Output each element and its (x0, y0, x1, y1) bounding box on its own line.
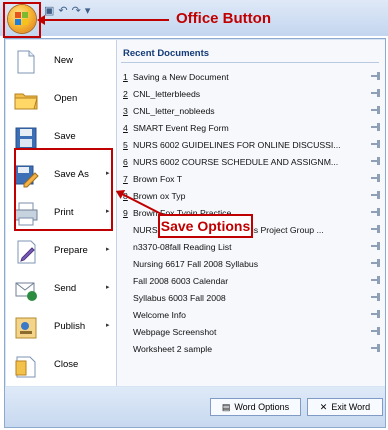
doc-number: 5 (123, 140, 128, 150)
new-document-icon (17, 50, 35, 74)
command-label: Close (54, 359, 79, 370)
submenu-arrow-icon: ▸ (106, 322, 110, 329)
recent-document-item[interactable]: 7 Brown Fox T (123, 171, 381, 187)
recent-document-item[interactable]: Nursing 6617 Fall 2008 Syllabus (123, 256, 381, 272)
toolbar-dropdown-icon[interactable]: ▾ (85, 4, 91, 18)
command-close[interactable]: Close (6, 348, 116, 384)
pin-icon[interactable] (371, 276, 381, 284)
pin-icon[interactable] (371, 327, 381, 335)
doc-name: Nursing 6617 Fall 2008 Syllabus (133, 259, 259, 269)
recent-document-item[interactable]: Syllabus 6003 Fall 2008 (123, 290, 381, 306)
doc-name: CNL_letter_nobleeds (133, 106, 215, 116)
doc-number: 2 (123, 89, 128, 99)
redo-icon[interactable]: ↷ (72, 4, 81, 18)
pin-icon[interactable] (371, 72, 381, 80)
command-publish[interactable]: Publish ▸ (6, 310, 116, 346)
pin-icon[interactable] (371, 208, 381, 216)
exit-icon: ✕ (319, 401, 328, 412)
word-options-icon: ▤ (221, 401, 231, 412)
undo-icon[interactable]: ↶ (58, 4, 67, 18)
doc-name: Syllabus 6003 Fall 2008 (133, 293, 226, 303)
pin-icon[interactable] (371, 259, 381, 267)
pin-icon[interactable] (371, 140, 381, 148)
pin-icon[interactable] (371, 123, 381, 131)
save-options-callout: Save Options (158, 214, 253, 238)
recent-document-item[interactable]: n3370-08fall Reading List (123, 239, 381, 255)
doc-name: Saving a New Document (133, 72, 229, 82)
submenu-arrow-icon: ▸ (106, 246, 110, 253)
recent-document-item[interactable]: 2 CNL_letterbleeds (123, 86, 381, 102)
recent-title-divider (121, 62, 379, 63)
command-label: Publish (54, 321, 86, 332)
recent-document-item[interactable]: Webpage Screenshot (123, 324, 381, 340)
doc-name: n3370-08fall Reading List (133, 242, 232, 252)
doc-name: Brown ox Typ (133, 191, 186, 201)
close-document-icon (15, 356, 36, 378)
pin-icon[interactable] (371, 242, 381, 250)
command-label: Save (54, 131, 76, 142)
exit-word-label: Exit Word (331, 402, 371, 412)
word-options-button[interactable]: ▤ Word Options (210, 398, 301, 416)
pin-icon[interactable] (371, 293, 381, 301)
doc-number: 7 (123, 174, 128, 184)
recent-document-item[interactable]: 6 NURS 6002 COURSE SCHEDULE AND ASSIGNM..… (123, 154, 381, 170)
menu-footer: ▤ Word Options ✕ Exit Word (5, 387, 385, 427)
recent-document-item[interactable]: Worksheet 2 sample (123, 341, 381, 357)
command-new[interactable]: New (6, 44, 116, 80)
doc-name: Worksheet 2 sample (133, 344, 213, 354)
doc-number: 9 (123, 208, 128, 218)
publish-icon (15, 317, 37, 339)
office-button-highlight (3, 2, 41, 38)
exit-word-button[interactable]: ✕ Exit Word (307, 398, 383, 416)
recent-document-item[interactable]: Welcome Info (123, 307, 381, 323)
save-quick-icon[interactable]: ▣ (44, 4, 54, 18)
doc-name: Welcome Info (133, 310, 186, 320)
command-open[interactable]: Open (6, 82, 116, 118)
command-prepare[interactable]: Prepare ▸ (6, 234, 116, 270)
command-label: New (54, 55, 74, 66)
open-folder-icon (14, 93, 38, 110)
recent-document-item[interactable]: 8Brown ox Typ (123, 188, 381, 204)
prepare-icon (17, 240, 36, 264)
quick-access-toolbar: ▣ ↶ ↷ ▾ (44, 4, 90, 18)
doc-name: Fall 2008 6003 Calendar (133, 276, 229, 286)
recent-document-item[interactable]: 5 NURS 6002 GUIDELINES FOR ONLINE DISCUSS… (123, 137, 381, 153)
doc-name: NURS 6002 COURSE SCHEDULE AND ASSIGNM... (133, 157, 339, 167)
recent-document-item[interactable]: 1 Saving a New Document (123, 69, 381, 85)
send-icon (15, 282, 37, 301)
doc-number: 3 (123, 106, 128, 116)
doc-name: SMART Event Reg Form (133, 123, 229, 133)
title-bar: ▣ ↶ ↷ ▾ Office Button (0, 0, 388, 38)
doc-name: CNL_letterbleeds (133, 89, 201, 99)
recent-document-item[interactable]: 3 CNL_letter_nobleeds (123, 103, 381, 119)
doc-name: Webpage Screenshot (133, 327, 217, 337)
command-label: Open (54, 93, 78, 104)
pin-icon[interactable] (371, 157, 381, 165)
doc-number: 4 (123, 123, 128, 133)
command-send[interactable]: Send ▸ (6, 272, 116, 308)
office-button-arrow (37, 15, 169, 25)
pin-icon[interactable] (371, 89, 381, 97)
command-label: Prepare (54, 245, 88, 256)
pin-icon[interactable] (371, 344, 381, 352)
pin-icon[interactable] (371, 106, 381, 114)
doc-name: Brown Fox T (133, 174, 183, 184)
doc-number: 6 (123, 157, 128, 167)
recent-document-item[interactable]: 4 SMART Event Reg Form (123, 120, 381, 136)
pin-icon[interactable] (371, 310, 381, 318)
doc-name: NURS 6002 GUIDELINES FOR ONLINE DISCUSSI… (133, 140, 341, 150)
pin-icon[interactable] (371, 191, 381, 199)
recent-documents-title: Recent Documents (123, 48, 210, 59)
office-button-callout: Office Button (176, 10, 271, 27)
pin-icon[interactable] (371, 174, 381, 182)
doc-number: 1 (123, 72, 128, 82)
word-options-label: Word Options (234, 402, 290, 412)
save-options-highlight (14, 148, 113, 231)
recent-document-item[interactable]: Fall 2008 6003 Calendar (123, 273, 381, 289)
command-label: Send (54, 283, 77, 294)
submenu-arrow-icon: ▸ (106, 284, 110, 291)
pin-icon[interactable] (371, 225, 381, 233)
